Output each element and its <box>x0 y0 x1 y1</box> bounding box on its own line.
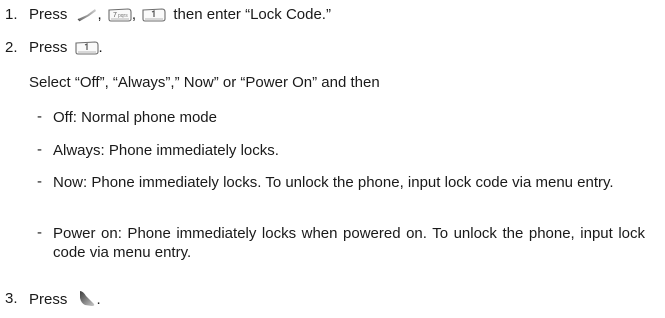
step-1-comma-1: , <box>97 6 102 23</box>
option-now: Now: Phone immediately locks. To unlock … <box>53 174 614 191</box>
step-3-prefix: Press <box>29 291 68 308</box>
key-1-icon <box>74 41 99 55</box>
step-1-number: 1. <box>5 6 18 23</box>
step-1-suffix: then enter “Lock Code.” <box>173 6 331 23</box>
send-key-icon <box>76 6 98 22</box>
step-2-number: 2. <box>5 39 18 56</box>
step-2-prefix: Press <box>29 39 68 56</box>
option-off: Off: Normal phone mode <box>53 109 217 126</box>
key-7-pqrs-icon: 7 pqrs <box>108 8 132 22</box>
step-2-content: Press . <box>29 39 103 57</box>
key-1-icon <box>142 8 166 22</box>
instruction-page: 1. Press , 7 pqrs , then enter “Lock Cod… <box>0 0 665 318</box>
step-1-comma-2: , <box>131 6 137 23</box>
option-now-bullet: - <box>37 173 42 190</box>
ok-key-icon <box>77 290 97 307</box>
option-power-on-bullet: - <box>37 224 42 241</box>
step-2-instruction: Select “Off”, “Always”,” Now” or “Power … <box>29 74 380 91</box>
option-off-bullet: - <box>37 108 42 125</box>
step-1-content: Press , 7 pqrs , then enter “Lock Code.” <box>29 6 331 24</box>
option-always: Always: Phone immediately locks. <box>53 142 279 159</box>
option-power-on: Power on: Phone immediately locks when p… <box>53 225 645 261</box>
step-3-content: Press . <box>29 290 101 309</box>
step-1-prefix: Press <box>29 6 68 23</box>
step-3-suffix: . <box>96 291 101 308</box>
step-2-suffix: . <box>98 39 103 56</box>
svg-text:pqrs: pqrs <box>118 13 128 19</box>
svg-text:7: 7 <box>113 12 117 19</box>
step-3-number: 3. <box>5 290 18 307</box>
option-always-bullet: - <box>37 141 42 158</box>
